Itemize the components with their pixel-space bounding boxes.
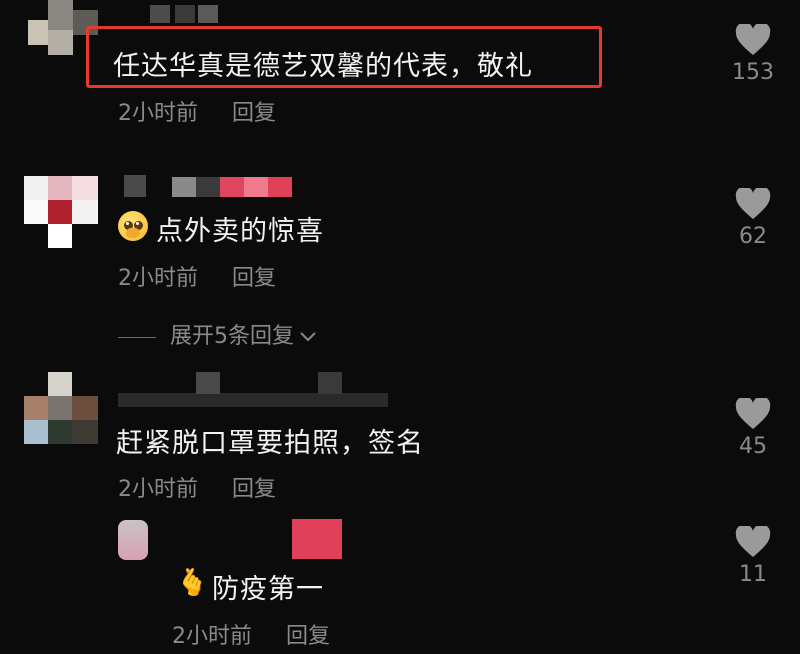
chevron-down-icon [300, 332, 316, 342]
like-count: 11 [739, 562, 767, 587]
pleading-face-icon [118, 211, 148, 241]
reply-button[interactable]: 回复 [232, 266, 276, 291]
heart-icon [735, 526, 771, 557]
like-button[interactable]: 45 [723, 398, 783, 459]
like-button[interactable]: 11 [723, 526, 783, 587]
avatar[interactable] [118, 520, 148, 560]
heart-icon [735, 24, 771, 55]
heart-icon [735, 188, 771, 219]
comment-meta: 2小时前 回复 [118, 260, 276, 292]
divider-line [118, 336, 156, 338]
comment-meta: 2小时前 回复 [118, 471, 276, 503]
avatar[interactable] [24, 372, 98, 444]
like-button[interactable]: 62 [723, 188, 783, 249]
comment-time: 2小时前 [118, 101, 198, 126]
comment-meta: 2小时前 回复 [172, 618, 330, 650]
comment-meta: 2小时前 回复 [118, 95, 276, 127]
heart-icon [735, 398, 771, 429]
finger-heart-icon: 🫰 [176, 568, 209, 598]
expand-replies-button[interactable]: 展开5条回复 [118, 318, 318, 350]
reply-button[interactable]: 回复 [286, 624, 330, 649]
like-button[interactable]: 153 [723, 24, 783, 85]
comment-text: 任达华真是德艺双馨的代表，敬礼 [113, 51, 533, 82]
like-count: 45 [739, 434, 767, 459]
reply-button[interactable]: 回复 [232, 477, 276, 502]
comment-time: 2小时前 [118, 477, 198, 502]
comment-text: 防疫第一 [212, 574, 324, 605]
comment-text: 点外卖的惊喜 [156, 216, 324, 247]
expand-replies-label: 展开5条回复 [170, 324, 294, 349]
comment-time: 2小时前 [172, 624, 252, 649]
like-count: 62 [739, 224, 767, 249]
like-count: 153 [732, 60, 774, 85]
avatar[interactable] [24, 176, 98, 248]
reply-button[interactable]: 回复 [232, 101, 276, 126]
comment-time: 2小时前 [118, 266, 198, 291]
comment-text: 赶紧脱口罩要拍照，签名 [116, 428, 424, 459]
